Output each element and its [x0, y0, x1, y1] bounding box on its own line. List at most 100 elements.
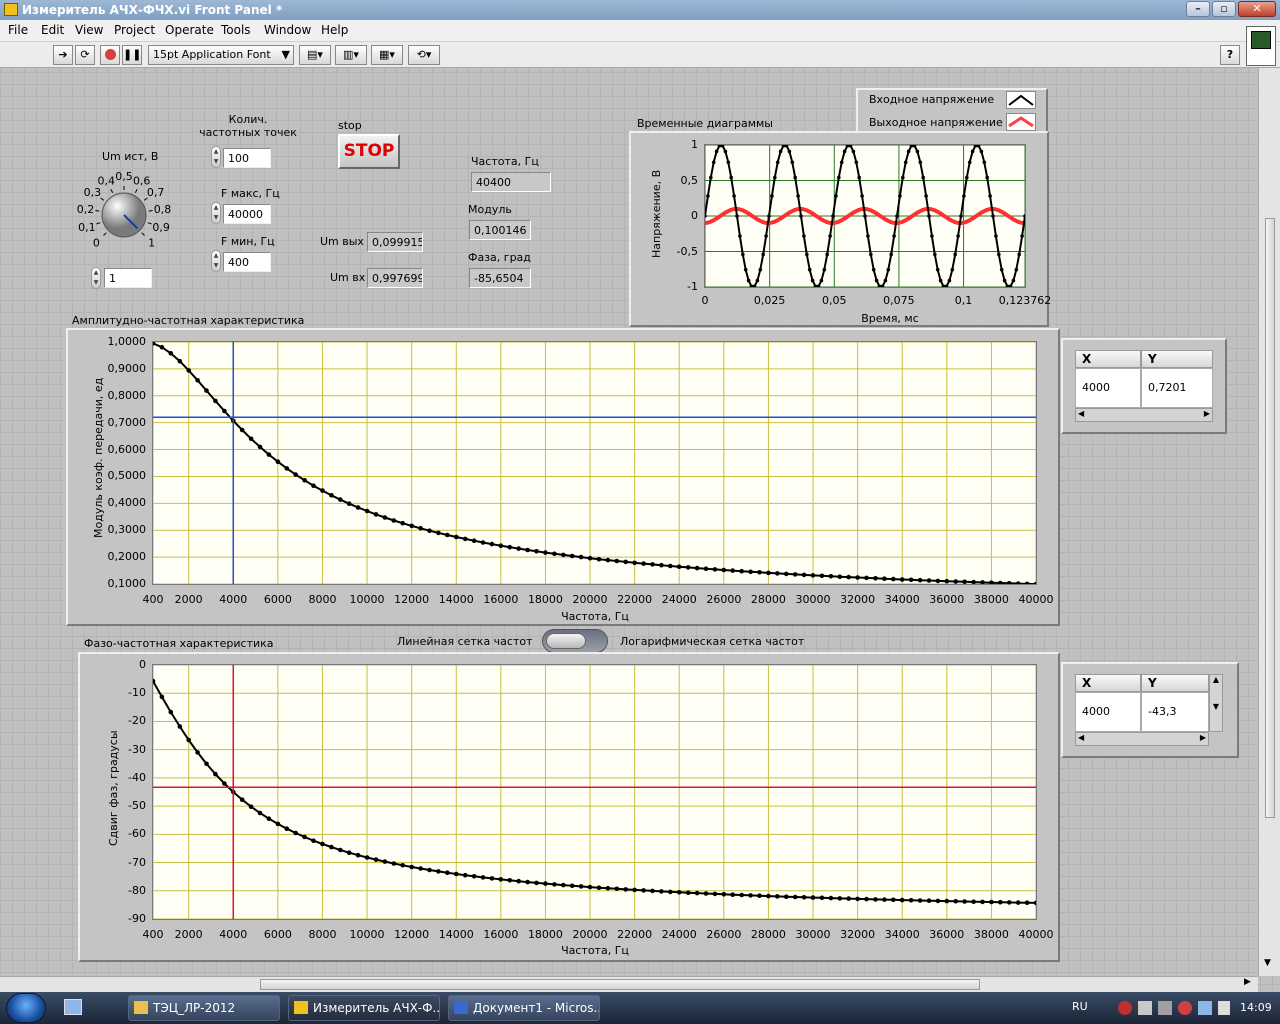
reorder-icon[interactable]: ⟲▾: [408, 45, 440, 65]
menu-tools[interactable]: Tools: [221, 23, 251, 37]
phase-cursor-hscroll[interactable]: ◀ ▶: [1075, 732, 1209, 746]
distribute-objects-icon[interactable]: ▥▾: [335, 45, 367, 65]
stop-label: stop: [338, 119, 362, 132]
chevron-down-icon: ▼: [281, 48, 290, 61]
horizontal-scrollbar[interactable]: ▶: [0, 976, 1258, 992]
input-voltage-point: [965, 175, 969, 180]
taskbar-item-word[interactable]: Документ1 - Micros...: [448, 995, 600, 1021]
taskbar-item-folder[interactable]: ТЭЦ_ЛР-2012: [128, 995, 280, 1021]
umout-indicator: 0,099915: [367, 232, 423, 252]
amp-data-point: [605, 557, 611, 563]
knob-tick: [141, 232, 145, 236]
amp-data-point: [650, 562, 655, 567]
menu-file[interactable]: File: [8, 23, 28, 37]
align-objects-icon[interactable]: ▤▾: [299, 45, 331, 65]
menu-operate[interactable]: Operate: [165, 23, 214, 37]
input-voltage-point: [831, 214, 835, 218]
phase-data-point: [1033, 900, 1036, 906]
vertical-scrollbar[interactable]: ▼: [1258, 68, 1280, 976]
tray-app-icon[interactable]: [1118, 1001, 1132, 1015]
phase-data-point: [355, 852, 361, 858]
volume-icon[interactable]: [1218, 1001, 1230, 1015]
help-icon[interactable]: ?: [1220, 45, 1240, 65]
count-field[interactable]: 100: [223, 148, 271, 168]
close-button[interactable]: ✕: [1238, 1, 1276, 17]
amp-data-point: [980, 580, 985, 584]
stop-button[interactable]: STOP: [338, 134, 400, 169]
input-voltage-point: [933, 252, 937, 257]
font-dropdown[interactable]: 15pt Application Font ▼: [148, 45, 294, 65]
phase-cursor-vscroll[interactable]: ▲ ▼: [1209, 674, 1223, 732]
tray-error-icon[interactable]: [1178, 1001, 1192, 1015]
knob-value-field[interactable]: 1: [104, 268, 152, 288]
start-button[interactable]: [6, 993, 46, 1023]
phase-data-point: [525, 879, 530, 885]
amp-cursor-hscroll[interactable]: ◀ ▶: [1075, 408, 1213, 422]
fmax-spinner[interactable]: ▲ ▼: [211, 202, 221, 224]
fmin-spinner[interactable]: ▲ ▼: [211, 250, 221, 272]
amp-y-tick-label: 0,7000: [107, 415, 147, 429]
phase-data-point: [382, 859, 388, 864]
vertical-scroll-thumb[interactable]: [1265, 218, 1275, 818]
freq-indicator: 40400: [471, 172, 551, 192]
phase-data-point: [507, 878, 513, 883]
phase-cursor-x[interactable]: 4000: [1075, 692, 1141, 732]
pause-icon[interactable]: ❚❚: [122, 45, 142, 65]
phase-data-point: [882, 897, 887, 902]
scroll-right-icon[interactable]: ▶: [1244, 977, 1251, 987]
input-voltage-point: [1014, 267, 1019, 272]
scroll-down-icon[interactable]: ▼: [1264, 958, 1271, 968]
resize-objects-icon[interactable]: ▦▾: [371, 45, 403, 65]
knob-spinner[interactable]: ▲ ▼: [91, 267, 101, 289]
phase-cursor-y[interactable]: -43,3: [1141, 692, 1209, 732]
amp-cursor-y[interactable]: 0,7201: [1141, 368, 1213, 408]
count-spinner[interactable]: ▲ ▼: [211, 146, 221, 168]
phase-data-point: [980, 899, 985, 905]
abort-icon[interactable]: [100, 45, 120, 65]
input-voltage-point: [706, 194, 710, 198]
tray-tool-icon[interactable]: [1138, 1001, 1152, 1015]
legend-input-swatch[interactable]: [1006, 91, 1036, 109]
menu-window[interactable]: Window: [264, 23, 311, 37]
tray-printer-icon[interactable]: [1158, 1001, 1172, 1015]
menu-view[interactable]: View: [75, 23, 103, 37]
input-voltage-point: [970, 149, 975, 154]
menu-project[interactable]: Project: [114, 23, 155, 37]
amp-data-point: [587, 555, 593, 561]
amplitude-knob[interactable]: 0 0,1 0,2 0,3 0,4 0,5 0,6 0,7 0,8 0,9 1: [70, 165, 180, 255]
knob-graphic[interactable]: 00,10,20,30,4 0,5 0,60,70,80,91: [70, 165, 180, 255]
fmax-field[interactable]: 40000: [223, 204, 271, 224]
amp-cursor-x[interactable]: 4000: [1075, 368, 1141, 408]
grid-toggle-switch[interactable]: [542, 629, 608, 653]
taskbar-item-labview[interactable]: Измеритель АЧХ-Ф...: [288, 995, 440, 1021]
amp-chart-plot[interactable]: [152, 341, 1037, 585]
phase-data-point: [257, 810, 263, 816]
minimize-button[interactable]: –: [1186, 1, 1210, 17]
menu-edit[interactable]: Edit: [41, 23, 64, 37]
amp-data-point: [819, 573, 825, 579]
phase-data-point: [168, 709, 174, 715]
toggle-thumb[interactable]: [546, 633, 586, 649]
fmin-field[interactable]: 400: [223, 252, 271, 272]
run-continuously-icon[interactable]: ⟳: [75, 45, 95, 65]
legend-output-swatch[interactable]: [1006, 113, 1036, 131]
run-arrow-icon[interactable]: ➔: [53, 45, 73, 65]
input-voltage-point: [927, 214, 931, 218]
maximize-button[interactable]: ▫: [1212, 1, 1236, 17]
phase-data-point: [543, 881, 548, 886]
menu-help[interactable]: Help: [321, 23, 348, 37]
language-indicator[interactable]: RU: [1072, 1000, 1088, 1013]
amp-data-point: [516, 546, 521, 551]
phase-chart-plot[interactable]: [152, 664, 1037, 920]
phase-data-point: [899, 897, 905, 903]
horizontal-scroll-thumb[interactable]: [260, 979, 980, 990]
network-icon[interactable]: [1198, 1001, 1212, 1015]
amp-data-point: [882, 576, 887, 581]
show-desktop-icon[interactable]: [64, 999, 82, 1015]
amp-data-point: [828, 574, 834, 579]
time-chart-plot[interactable]: [704, 144, 1026, 288]
amp-data-point: [454, 534, 459, 540]
vi-icon[interactable]: [1246, 26, 1276, 66]
input-voltage-point: [746, 278, 751, 283]
knob-tick-label: 0,9: [152, 221, 170, 234]
